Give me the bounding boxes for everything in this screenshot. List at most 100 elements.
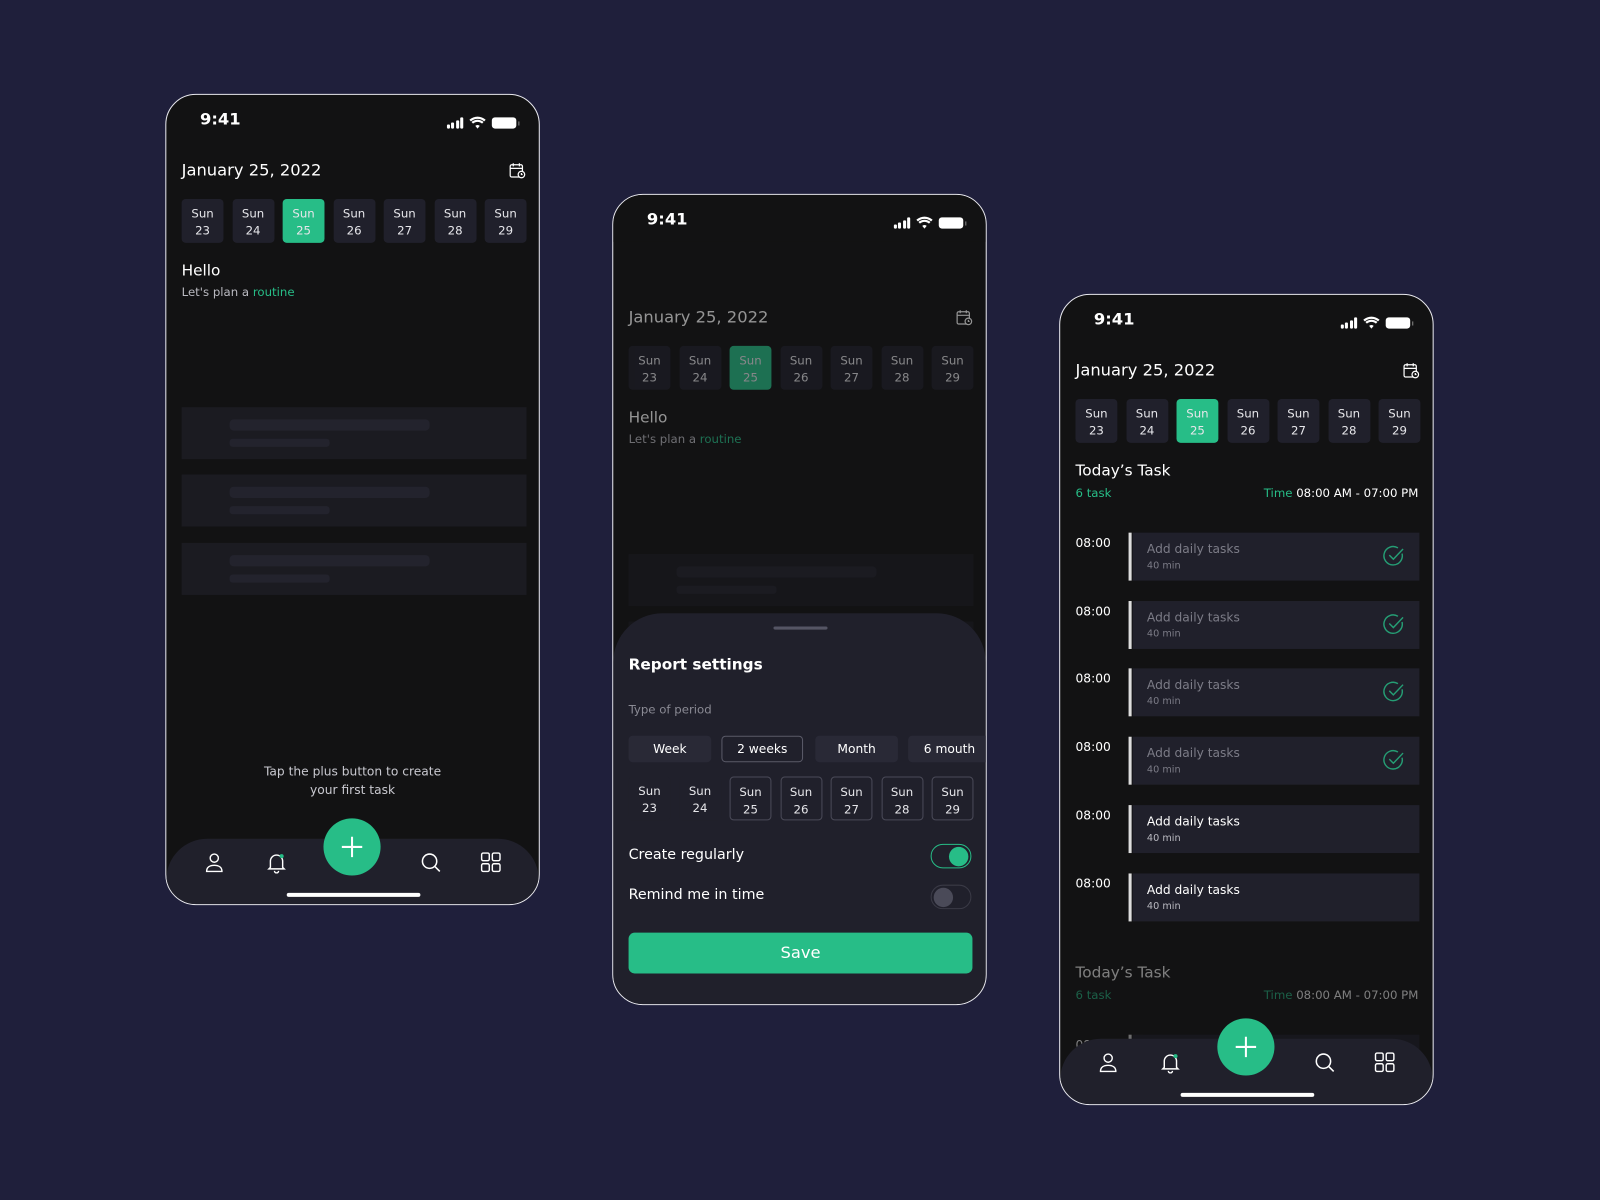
task-row[interactable]: 08:00 Add daily tasks 40 min [1076, 668, 1420, 717]
day-chip[interactable]: Sun 23 [181, 198, 224, 243]
skeleton-card [181, 474, 527, 527]
calendar-clock-icon[interactable] [1403, 362, 1420, 379]
empty-line-2: your first task [310, 782, 396, 797]
wifi-icon [916, 213, 933, 232]
task-time: 08:00 [1075, 739, 1111, 755]
grid-icon[interactable] [1373, 1051, 1395, 1073]
task-duration: 40 min [1146, 764, 1181, 776]
bell-icon[interactable] [1159, 1051, 1181, 1074]
add-task-button[interactable] [323, 818, 381, 876]
day-chip[interactable]: Sun 26 [780, 345, 822, 390]
check-circle-icon[interactable] [1383, 613, 1405, 635]
day-chip[interactable]: Sun 27 [830, 776, 873, 821]
day-chip[interactable]: Sun 24 [232, 198, 274, 243]
day-number: 24 [692, 801, 708, 816]
task-card[interactable]: Add daily tasks 40 min [1132, 804, 1420, 853]
task-row[interactable]: 08:00 Add daily tasks 40 min [1076, 872, 1420, 921]
day-chip[interactable]: Sun 28 [881, 345, 923, 390]
status-time: 9:41 [646, 209, 688, 229]
day-chip[interactable]: Sun 27 [1277, 398, 1320, 443]
skeleton-card [628, 554, 974, 607]
routine-link[interactable]: routine [253, 285, 295, 299]
home-indicator [286, 892, 421, 897]
task-name: Add daily tasks [1146, 746, 1240, 761]
sheet-title: Report settings [628, 655, 763, 674]
task-row[interactable]: 08:00 Add daily tasks 40 min [1076, 600, 1420, 649]
day-chip[interactable]: Sun 28 [1328, 398, 1370, 443]
period-option[interactable]: Month [815, 735, 898, 763]
period-option[interactable]: Week [628, 735, 712, 763]
period-option[interactable]: 2 weeks [721, 735, 804, 763]
day-chip[interactable]: Sun 23 [1075, 398, 1118, 443]
period-option[interactable]: 6 mouth [908, 735, 986, 763]
day-chip[interactable]: Sun 28 [434, 198, 477, 243]
day-chip[interactable]: Sun 23 [628, 776, 671, 821]
task-count: 6 task [1075, 485, 1112, 500]
task-card[interactable]: Add daily tasks 40 min [1132, 668, 1420, 717]
day-chip[interactable]: Sun 26 [780, 776, 822, 821]
day-number: 25 [296, 223, 312, 238]
day-chip[interactable]: Sun 29 [484, 198, 527, 243]
day-number: 25 [743, 802, 758, 817]
day-number: 27 [1290, 423, 1306, 438]
check-circle-icon[interactable] [1383, 749, 1405, 771]
day-number: 28 [894, 370, 910, 385]
day-chip[interactable]: Sun 23 [628, 345, 671, 390]
profile-icon[interactable] [203, 851, 225, 873]
task-card[interactable]: Add daily tasks 40 min [1132, 736, 1420, 785]
day-number: 29 [498, 223, 514, 238]
grid-icon[interactable] [480, 851, 502, 873]
calendar-clock-icon[interactable] [509, 162, 526, 179]
profile-icon[interactable] [1097, 1051, 1119, 1073]
day-chip[interactable]: Sun 24 [679, 345, 721, 390]
page-title: January 25, 2022 [181, 160, 322, 180]
day-weekday: Sun [191, 206, 214, 221]
task-card[interactable]: Add daily tasks 40 min [1132, 532, 1420, 581]
sheet-drag-handle[interactable] [773, 626, 828, 630]
plus-icon [1217, 1036, 1274, 1079]
day-weekday: Sun [638, 353, 661, 368]
search-icon[interactable] [1313, 1051, 1335, 1073]
check-circle-icon[interactable] [1383, 545, 1405, 567]
day-weekday: Sun [840, 784, 863, 799]
task-card[interactable]: Add daily tasks 40 min [1132, 872, 1420, 921]
day-chip[interactable]: Sun 28 [881, 776, 923, 821]
day-weekday: Sun [941, 784, 964, 799]
day-chip[interactable]: Sun 25 [282, 198, 325, 243]
day-chip[interactable]: Sun 25 [1176, 398, 1219, 443]
day-chip[interactable]: Sun 24 [1126, 398, 1168, 443]
phone-todays-task: 9:41 January 25, 2022 Sun 23 Sun 24 Sun 25 Sun… [1059, 293, 1434, 1106]
task-duration: 40 min [1146, 832, 1181, 844]
save-button[interactable]: Save [628, 932, 973, 974]
skeleton-card [181, 542, 527, 595]
search-icon[interactable] [419, 851, 441, 873]
day-chip[interactable]: Sun 29 [1378, 398, 1421, 443]
create-regularly-toggle[interactable] [930, 843, 972, 869]
day-chip[interactable]: Sun 29 [931, 345, 974, 390]
task-row[interactable]: 08:00 Add daily tasks 40 min [1075, 532, 1420, 581]
signal-icon [446, 117, 464, 129]
routine-link[interactable]: routine [700, 432, 742, 446]
day-chip[interactable]: Sun 27 [383, 198, 426, 243]
task-card[interactable]: Add daily tasks 40 min [1132, 600, 1420, 649]
day-chip[interactable]: Sun 26 [333, 198, 375, 243]
day-weekday: Sun [739, 353, 762, 368]
day-chip[interactable]: Sun 24 [679, 776, 721, 821]
report-settings-sheet: Report settings Type of period Week 2 wee… [613, 613, 986, 1005]
greeting-text: Let's plan a [628, 431, 700, 446]
add-task-button[interactable] [1217, 1018, 1275, 1076]
day-chip[interactable]: Sun 29 [931, 776, 974, 821]
day-weekday: Sun [292, 206, 315, 221]
remind-toggle[interactable] [930, 884, 972, 910]
calendar-clock-icon[interactable] [956, 309, 973, 326]
check-circle-icon[interactable] [1383, 681, 1405, 703]
bell-icon[interactable] [265, 851, 287, 874]
day-number: 29 [945, 802, 961, 817]
task-time: 08:00 [1075, 535, 1111, 550]
day-chip[interactable]: Sun 26 [1227, 398, 1269, 443]
day-chip[interactable]: Sun 25 [729, 345, 772, 390]
task-row[interactable]: 08:00 Add daily tasks 40 min [1076, 804, 1420, 853]
day-chip[interactable]: Sun 25 [729, 776, 772, 821]
day-chip[interactable]: Sun 27 [830, 345, 873, 390]
task-row[interactable]: 08:00 Add daily tasks 40 min [1075, 736, 1420, 785]
